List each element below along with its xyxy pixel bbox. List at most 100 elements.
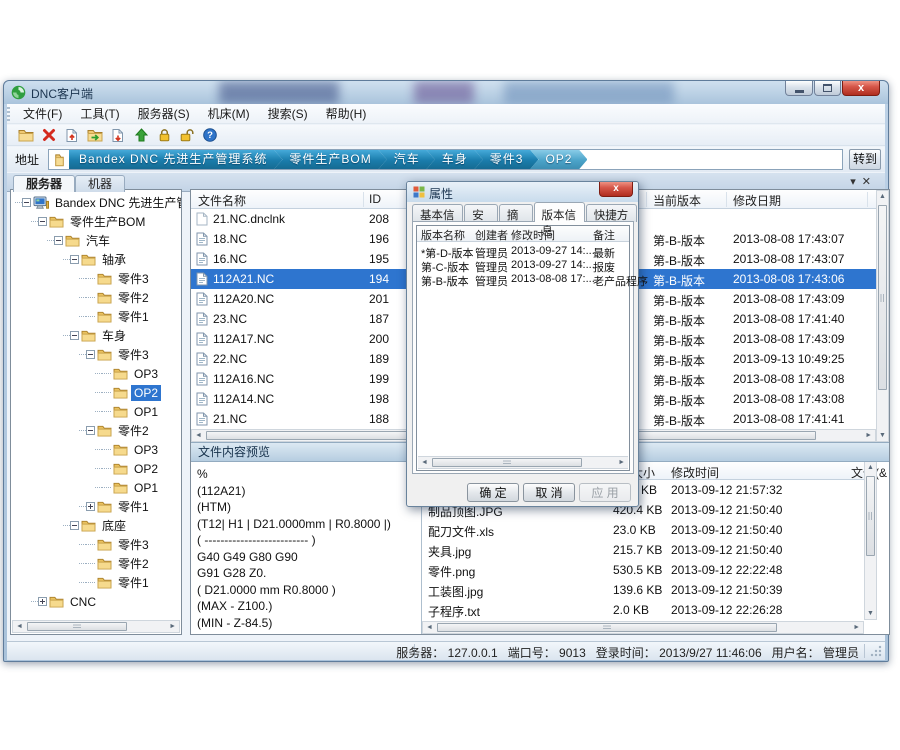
dialog-tab-安全[interactable]: 安全 <box>464 204 498 222</box>
tree-item-零件1[interactable]: 零件1 <box>79 573 152 592</box>
menu-item-1[interactable]: 工具(T) <box>71 104 128 124</box>
column-separator[interactable] <box>867 192 868 207</box>
attachment-name: 子程序.txt <box>428 603 480 620</box>
tree-item-零件1[interactable]: 零件1 <box>79 307 152 326</box>
chevron-down-icon[interactable]: ▾ <box>850 176 862 188</box>
minimize-button[interactable] <box>785 81 813 96</box>
collapse-icon[interactable] <box>70 255 79 264</box>
tree-item-零件2[interactable]: 零件2 <box>79 554 152 573</box>
version-row-第-C-版本[interactable]: 第-C-版本管理员2013-09-27 14:...报废 <box>417 259 629 273</box>
horizontal-scrollbar[interactable]: ◄ ► <box>418 456 628 469</box>
tree-item-CNC[interactable]: CNC <box>31 592 99 611</box>
dialog-title-bar[interactable]: 属性 x <box>407 182 638 202</box>
tree-item-OP3[interactable]: OP3 <box>95 440 161 459</box>
delete-button[interactable] <box>40 126 58 144</box>
menu-item-4[interactable]: 搜索(S) <box>259 104 317 124</box>
dialog-tab-摘要[interactable]: 摘要 <box>499 204 533 222</box>
column-separator[interactable] <box>726 192 727 207</box>
tree-item-OP3[interactable]: OP3 <box>95 364 161 383</box>
version-row-第-B-版本[interactable]: 第-B-版本管理员2013-08-08 17:...老产品程序 <box>417 273 629 287</box>
version-row-*第-D-版本[interactable]: *第-D-版本管理员2013-09-27 14:...最新 <box>417 245 629 259</box>
collapse-icon[interactable] <box>86 350 95 359</box>
go-button[interactable]: 转到 <box>849 149 881 170</box>
dialog-tab-基本信息[interactable]: 基本信息 <box>412 204 463 222</box>
title-bar[interactable]: DNC客户端 x <box>4 81 888 104</box>
close-button[interactable]: x <box>842 81 880 96</box>
unlock-button[interactable] <box>178 126 196 144</box>
ok-button[interactable]: 确 定 <box>467 483 519 502</box>
tab-机器[interactable]: 机器 <box>75 175 125 192</box>
tab-服务器[interactable]: 服务器 <box>13 175 75 192</box>
attachment-row-配刀文件.xls[interactable]: 配刀文件.xls23.0 KB2013-09-12 21:50:40 <box>422 520 864 540</box>
collapse-icon[interactable] <box>86 426 95 435</box>
collapse-icon[interactable] <box>70 521 79 530</box>
dialog-close-button[interactable]: x <box>599 182 633 197</box>
tree-item-车身[interactable]: 车身 <box>63 326 129 345</box>
tree-item-零件2[interactable]: 零件2 <box>79 288 152 307</box>
tree-item-底座[interactable]: 底座 <box>63 516 129 535</box>
horizontal-scrollbar[interactable]: ◄► <box>12 620 180 633</box>
vertical-scrollbar[interactable]: ▲ ▼ <box>876 190 889 442</box>
collapse-icon[interactable] <box>70 331 79 340</box>
column-separator[interactable] <box>646 192 647 207</box>
expand-icon[interactable] <box>86 502 95 511</box>
file-date: 2013-08-08 17:43:08 <box>733 372 844 386</box>
version-column-header: 备注 <box>593 227 615 243</box>
new-folder-button[interactable] <box>17 126 35 144</box>
tree-item-零件2[interactable]: 零件2 <box>79 421 152 440</box>
status-label: 用户名： <box>772 646 820 660</box>
tree-item-Bandex DNC 先进生产管理系统[interactable]: Bandex DNC 先进生产管理系统 <box>15 193 182 212</box>
tree-connector <box>95 392 102 393</box>
tree-item-零件3[interactable]: 零件3 <box>79 345 152 364</box>
tree-connector <box>102 392 111 393</box>
collapse-icon[interactable] <box>22 198 31 207</box>
file-upload-button[interactable] <box>63 126 81 144</box>
file-id: 199 <box>369 372 389 386</box>
attachment-row-子程序.txt[interactable]: 子程序.txt2.0 KB2013-09-12 22:26:28 <box>422 600 864 620</box>
tree-item-零件生产BOM[interactable]: 零件生产BOM <box>31 212 148 231</box>
help-button[interactable]: ? <box>201 126 219 144</box>
dialog-tab-快捷方式[interactable]: 快捷方式 <box>586 204 637 222</box>
cancel-button[interactable]: 取 消 <box>523 483 575 502</box>
maximize-button[interactable] <box>814 81 841 96</box>
collapse-icon[interactable] <box>54 236 63 245</box>
expand-icon[interactable] <box>38 597 47 606</box>
tree-item-零件3[interactable]: 零件3 <box>79 269 152 288</box>
breadcrumb-segment[interactable]: 零件生产BOM <box>273 149 386 170</box>
menu-item-5[interactable]: 帮助(H) <box>317 104 376 124</box>
arrow-up-button[interactable] <box>132 126 150 144</box>
breadcrumb-segment[interactable]: 零件3 <box>474 149 539 170</box>
folder-send-button[interactable] <box>86 126 104 144</box>
vertical-scrollbar[interactable]: ▲ ▼ <box>864 462 877 620</box>
file-download-button[interactable] <box>109 126 127 144</box>
collapse-icon[interactable] <box>38 217 47 226</box>
version-cell: 管理员 <box>475 273 508 289</box>
menu-item-3[interactable]: 机床(M) <box>199 104 259 124</box>
file-name: 112A16.NC <box>213 372 274 386</box>
close-panel-icon[interactable]: ✕ <box>862 176 877 188</box>
tree-item-零件3[interactable]: 零件3 <box>79 535 152 554</box>
tree-item-汽车[interactable]: 汽车 <box>47 231 113 250</box>
dialog-tab-版本信息[interactable]: 版本信息 <box>534 202 585 222</box>
status-text: 服务器： 127.0.0.1端口号： 9013登录时间： 2013/9/27 1… <box>386 644 859 661</box>
glass-blur-decoration <box>504 81 674 104</box>
folder-icon <box>49 595 64 608</box>
tree-item-OP2[interactable]: OP2 <box>95 459 161 478</box>
resize-grip[interactable] <box>870 645 882 657</box>
tree-item-OP1[interactable]: OP1 <box>95 402 161 421</box>
attachment-time: 2013-09-12 21:50:40 <box>671 543 782 557</box>
file-id: 208 <box>369 212 389 226</box>
breadcrumb-segment[interactable]: Bandex DNC 先进生产管理系统 <box>69 149 282 170</box>
attachment-row-工装图.jpg[interactable]: 工装图.jpg139.6 KB2013-09-12 21:50:39 <box>422 580 864 600</box>
lock-button[interactable] <box>155 126 173 144</box>
attachment-row-零件.png[interactable]: 零件.png530.5 KB2013-09-12 22:22:48 <box>422 560 864 580</box>
tree-item-OP2[interactable]: OP2 <box>95 383 161 402</box>
horizontal-scrollbar[interactable]: ◄ ► <box>422 621 864 634</box>
tree-item-OP1[interactable]: OP1 <box>95 478 161 497</box>
menu-item-0[interactable]: 文件(F) <box>14 104 71 124</box>
column-separator[interactable] <box>363 192 364 207</box>
attachment-row-夹具.jpg[interactable]: 夹具.jpg215.7 KB2013-09-12 21:50:40 <box>422 540 864 560</box>
tree-item-零件1[interactable]: 零件1 <box>79 497 152 516</box>
tree-item-轴承[interactable]: 轴承 <box>63 250 129 269</box>
menu-item-2[interactable]: 服务器(S) <box>129 104 199 124</box>
